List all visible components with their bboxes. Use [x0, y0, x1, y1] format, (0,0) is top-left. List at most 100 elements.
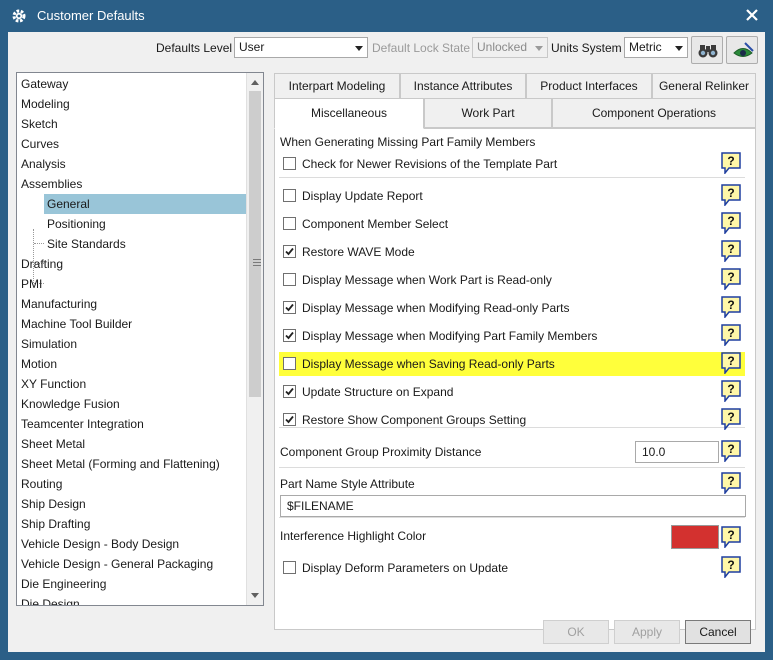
- tree-item-analysis[interactable]: Analysis: [17, 154, 247, 174]
- checkbox[interactable]: [283, 385, 296, 398]
- checkbox[interactable]: [283, 245, 296, 258]
- tab-work-part[interactable]: Work Part: [424, 98, 552, 128]
- help-icon[interactable]: ?: [721, 324, 741, 346]
- ok-button[interactable]: OK: [543, 620, 609, 644]
- chevron-down-icon: [675, 46, 683, 51]
- find-button[interactable]: [691, 36, 723, 64]
- tree-item-die-design[interactable]: Die Design: [17, 594, 247, 605]
- scroll-thumb[interactable]: [249, 91, 261, 397]
- help-icon[interactable]: ?: [721, 184, 741, 206]
- option-row[interactable]: Display Deform Parameters on Update: [279, 557, 751, 579]
- svg-text:?: ?: [727, 442, 734, 456]
- tab-component-operations[interactable]: Component Operations: [552, 98, 756, 128]
- manage-defaults-button[interactable]: [726, 36, 758, 64]
- tree-item-assemblies[interactable]: Assemblies: [17, 174, 247, 194]
- checkbox[interactable]: [283, 329, 296, 342]
- svg-text:?: ?: [727, 242, 734, 256]
- scroll-down-icon[interactable]: [251, 593, 259, 598]
- help-icon[interactable]: ?: [721, 472, 741, 494]
- tree-scrollbar[interactable]: [246, 73, 263, 605]
- help-icon[interactable]: ?: [721, 380, 741, 402]
- help-icon[interactable]: ?: [721, 440, 741, 462]
- tree-item-manufacturing[interactable]: Manufacturing: [17, 294, 247, 314]
- tab-interpart-modeling[interactable]: Interpart Modeling: [274, 73, 400, 99]
- tree-item-motion[interactable]: Motion: [17, 354, 247, 374]
- tree-item-curves[interactable]: Curves: [17, 134, 247, 154]
- tree-item-general[interactable]: General: [44, 194, 247, 214]
- tree-item-die-engineering[interactable]: Die Engineering: [17, 574, 247, 594]
- checkbox[interactable]: [283, 157, 296, 170]
- option-label: Restore Show Component Groups Setting: [302, 413, 527, 427]
- tree-item-sheet-metal-forming-and-flattening[interactable]: Sheet Metal (Forming and Flattening): [17, 454, 247, 474]
- option-row[interactable]: Display Message when Work Part is Read-o…: [279, 269, 751, 291]
- part-name-style-input[interactable]: $FILENAME: [280, 495, 746, 517]
- help-icon[interactable]: ?: [721, 240, 741, 262]
- help-icon[interactable]: ?: [721, 352, 741, 374]
- checkbox[interactable]: [283, 413, 296, 426]
- svg-text:?: ?: [727, 354, 734, 368]
- group-heading: When Generating Missing Part Family Memb…: [280, 135, 536, 149]
- units-system-label: Units System: [551, 41, 622, 55]
- help-icon[interactable]: ?: [721, 408, 741, 430]
- tree-item-machine-tool-builder[interactable]: Machine Tool Builder: [17, 314, 247, 334]
- proximity-distance-input[interactable]: 10.0: [635, 441, 719, 463]
- default-lock-state-select[interactable]: Unlocked: [472, 37, 548, 58]
- option-label: Display Message when Modifying Part Fami…: [302, 329, 598, 343]
- svg-text:?: ?: [727, 214, 734, 228]
- tree-item-drafting[interactable]: Drafting: [17, 254, 247, 274]
- checkbox[interactable]: [283, 357, 296, 370]
- tab-product-interfaces[interactable]: Product Interfaces: [526, 73, 652, 99]
- apply-button[interactable]: Apply: [614, 620, 680, 644]
- tab-instance-attributes[interactable]: Instance Attributes: [400, 73, 526, 99]
- tab-general-relinker[interactable]: General Relinker: [652, 73, 756, 99]
- tree-item-pmi[interactable]: PMI: [17, 274, 247, 294]
- tree-item-sheet-metal[interactable]: Sheet Metal: [17, 434, 247, 454]
- checkbox[interactable]: [283, 273, 296, 286]
- units-system-select[interactable]: Metric: [624, 37, 688, 58]
- eye-wand-icon: [733, 42, 754, 57]
- tree-item-vehicle-design-body-design[interactable]: Vehicle Design - Body Design: [17, 534, 247, 554]
- interference-color-swatch[interactable]: [671, 525, 719, 549]
- scroll-up-icon[interactable]: [251, 80, 259, 85]
- option-row[interactable]: Update Structure on Expand: [279, 381, 751, 403]
- help-icon[interactable]: ?: [721, 152, 741, 174]
- option-row[interactable]: Display Message when Saving Read-only Pa…: [279, 353, 751, 375]
- checkbox[interactable]: [283, 561, 296, 574]
- tree-item-ship-design[interactable]: Ship Design: [17, 494, 247, 514]
- option-row[interactable]: Check for Newer Revisions of the Templat…: [279, 153, 751, 175]
- checkbox[interactable]: [283, 217, 296, 230]
- tree-item-ship-drafting[interactable]: Ship Drafting: [17, 514, 247, 534]
- help-icon[interactable]: ?: [721, 268, 741, 290]
- close-icon[interactable]: [743, 6, 761, 24]
- option-row[interactable]: Component Member Select: [279, 213, 751, 235]
- defaults-level-select[interactable]: User: [234, 37, 368, 58]
- tree-item-site-standards[interactable]: Site Standards: [44, 234, 247, 254]
- tree-item-gateway[interactable]: Gateway: [17, 74, 247, 94]
- tab-miscellaneous[interactable]: Miscellaneous: [274, 98, 424, 129]
- help-icon[interactable]: ?: [721, 296, 741, 318]
- checkbox[interactable]: [283, 301, 296, 314]
- tree-item-vehicle-design-general-packaging[interactable]: Vehicle Design - General Packaging: [17, 554, 247, 574]
- option-row[interactable]: Restore WAVE Mode: [279, 241, 751, 263]
- help-icon[interactable]: ?: [721, 212, 741, 234]
- option-label: Display Update Report: [302, 189, 423, 203]
- tree-item-simulation[interactable]: Simulation: [17, 334, 247, 354]
- option-label: Update Structure on Expand: [302, 385, 454, 399]
- tree-item-sketch[interactable]: Sketch: [17, 114, 247, 134]
- option-row[interactable]: Restore Show Component Groups Setting: [279, 409, 751, 431]
- tree-item-xy-function[interactable]: XY Function: [17, 374, 247, 394]
- tree-item-positioning[interactable]: Positioning: [44, 214, 247, 234]
- option-row[interactable]: Display Message when Modifying Read-only…: [279, 297, 751, 319]
- units-system-value: Metric: [629, 40, 662, 54]
- tree-item-teamcenter-integration[interactable]: Teamcenter Integration: [17, 414, 247, 434]
- checkmark-icon: [285, 303, 294, 312]
- option-row[interactable]: Display Update Report: [279, 185, 751, 207]
- option-row[interactable]: Display Message when Modifying Part Fami…: [279, 325, 751, 347]
- tree-item-modeling[interactable]: Modeling: [17, 94, 247, 114]
- checkbox[interactable]: [283, 189, 296, 202]
- tree-item-knowledge-fusion[interactable]: Knowledge Fusion: [17, 394, 247, 414]
- cancel-button[interactable]: Cancel: [685, 620, 751, 644]
- help-icon[interactable]: ?: [721, 556, 741, 578]
- help-icon[interactable]: ?: [721, 526, 741, 548]
- tree-item-routing[interactable]: Routing: [17, 474, 247, 494]
